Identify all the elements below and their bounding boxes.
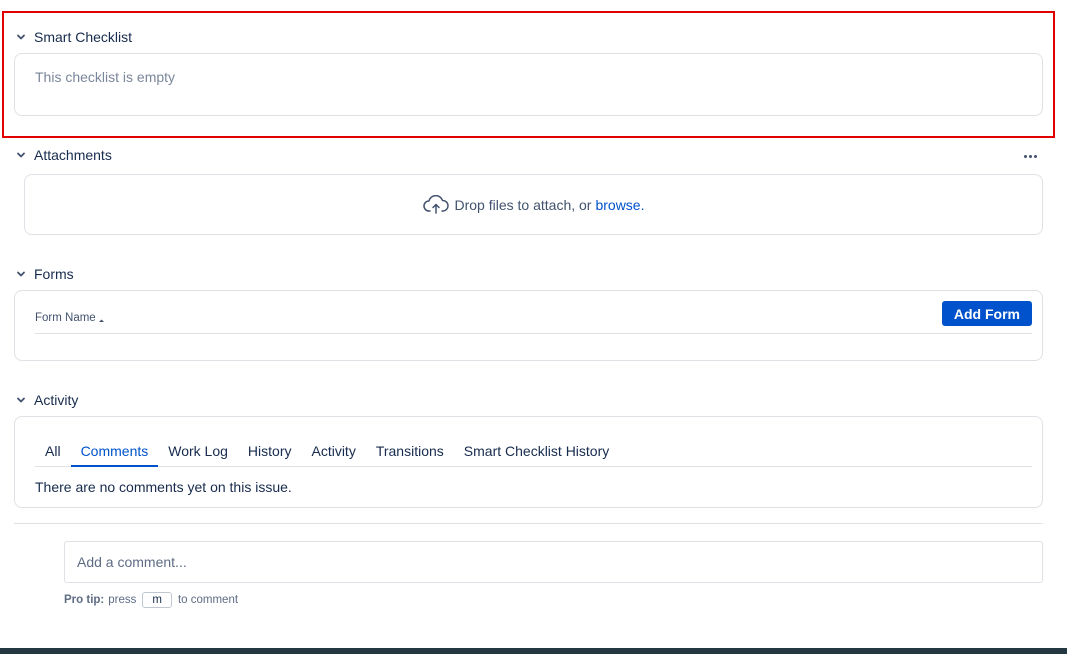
pro-tip-suffix: to comment xyxy=(177,594,239,606)
cloud-upload-icon xyxy=(422,194,449,215)
drop-files-text: Drop files to attach, or xyxy=(454,196,592,213)
sort-ascending-icon xyxy=(98,317,105,324)
forms-title: Forms xyxy=(34,266,74,282)
section-divider xyxy=(14,523,1043,524)
activity-title: Activity xyxy=(34,392,79,408)
smart-checklist-header: Smart Checklist xyxy=(14,27,132,47)
tab-activity[interactable]: Activity xyxy=(301,439,365,466)
keyboard-shortcut-key: m xyxy=(142,592,172,608)
checklist-empty-text: This checklist is empty xyxy=(35,69,176,85)
tab-smart-checklist-history[interactable]: Smart Checklist History xyxy=(454,439,619,466)
attachments-header: Attachments xyxy=(14,145,112,165)
attachments-title: Attachments xyxy=(34,147,112,163)
no-comments-text: There are no comments yet on this issue. xyxy=(35,479,292,495)
activity-panel: All Comments Work Log History Activity T… xyxy=(14,416,1043,508)
forms-header: Forms xyxy=(14,264,74,284)
forms-panel: Form Name Add Form xyxy=(14,290,1043,361)
chevron-down-icon[interactable] xyxy=(14,148,28,162)
smart-checklist-title: Smart Checklist xyxy=(34,29,133,45)
browse-link[interactable]: browse. xyxy=(595,197,644,213)
chevron-down-icon[interactable] xyxy=(14,30,28,44)
tab-comments[interactable]: Comments xyxy=(70,439,159,467)
footer-bar xyxy=(0,648,1067,654)
tab-transitions[interactable]: Transitions xyxy=(366,439,454,466)
forms-table-header: Form Name Add Form xyxy=(35,291,1032,334)
form-name-label: Form Name xyxy=(35,312,96,324)
tab-history[interactable]: History xyxy=(238,439,302,466)
tab-work-log[interactable]: Work Log xyxy=(158,439,238,466)
chevron-down-icon[interactable] xyxy=(14,393,28,407)
pro-tip: Pro tip: press m to comment xyxy=(64,592,238,608)
activity-tabs: All Comments Work Log History Activity T… xyxy=(35,439,1032,467)
pro-tip-label: Pro tip: xyxy=(64,594,105,606)
add-form-button[interactable]: Add Form xyxy=(941,301,1032,326)
pro-tip-press: press xyxy=(108,594,137,606)
comment-input[interactable] xyxy=(64,541,1043,583)
more-horizontal-icon[interactable] xyxy=(1020,148,1040,164)
chevron-down-icon[interactable] xyxy=(14,267,28,281)
smart-checklist-panel: This checklist is empty xyxy=(14,53,1043,116)
attachments-dropzone[interactable]: Drop files to attach, or browse. xyxy=(24,174,1043,235)
tab-all[interactable]: All xyxy=(35,439,71,466)
activity-header: Activity xyxy=(14,390,78,410)
form-name-column-header[interactable]: Form Name xyxy=(35,312,105,324)
